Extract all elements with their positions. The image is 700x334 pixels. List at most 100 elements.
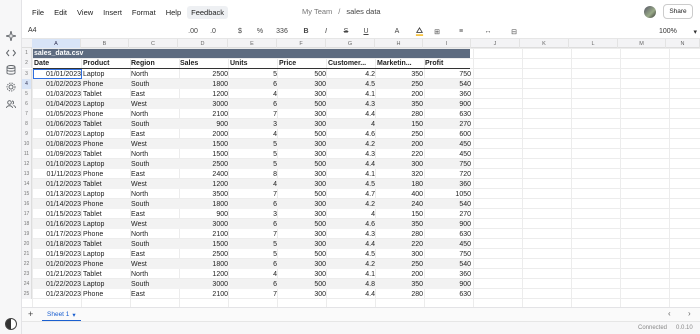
table-cell[interactable]: 4.3 (327, 149, 376, 159)
table-cell[interactable]: 1500 (179, 239, 229, 249)
table-cell[interactable]: 01/16/2023 (33, 219, 82, 229)
table-cell[interactable]: 180 (376, 179, 424, 189)
table-cell[interactable]: 1050 (424, 189, 472, 199)
table-cell[interactable]: 4.4 (327, 289, 376, 299)
table-cell[interactable]: 3 (229, 209, 278, 219)
table-cell[interactable]: 1200 (179, 269, 229, 279)
table-cell[interactable]: 630 (424, 109, 472, 119)
strikethrough-icon[interactable]: S (342, 26, 350, 37)
table-cell[interactable]: Tablet (82, 269, 130, 279)
row-header[interactable]: 18 (22, 219, 32, 229)
table-cell[interactable]: 500 (278, 279, 327, 289)
table-cell[interactable]: 1800 (179, 259, 229, 269)
column-header-a[interactable]: A (32, 39, 81, 48)
table-cell[interactable]: 1500 (179, 139, 229, 149)
table-cell[interactable]: Tablet (82, 179, 130, 189)
row-header[interactable]: 24 (22, 279, 32, 289)
table-cell[interactable]: 250 (376, 79, 424, 89)
table-cell[interactable]: 300 (278, 269, 327, 279)
table-cell[interactable]: 4.1 (327, 269, 376, 279)
table-cell[interactable]: South (130, 239, 179, 249)
decrease-decimal-icon[interactable]: .00 (188, 26, 198, 37)
table-cell[interactable]: North (130, 109, 179, 119)
row-header[interactable]: 15 (22, 189, 32, 199)
percent-icon[interactable]: % (256, 26, 264, 37)
table-cell[interactable]: 500 (278, 189, 327, 199)
table-cell[interactable]: 01/20/2023 (33, 259, 82, 269)
table-cell[interactable]: 200 (376, 89, 424, 99)
table-cell[interactable]: 400 (376, 189, 424, 199)
table-cell[interactable]: 900 (424, 279, 472, 289)
table-cell[interactable]: North (130, 189, 179, 199)
table-cell[interactable]: 750 (424, 159, 472, 169)
table-cell[interactable]: 270 (424, 209, 472, 219)
wrap-icon[interactable]: ↔ (482, 26, 494, 37)
table-cell[interactable]: 01/19/2023 (33, 249, 82, 259)
table-cell[interactable]: 4.3 (327, 229, 376, 239)
table-cell[interactable]: 01/21/2023 (33, 269, 82, 279)
database-icon[interactable] (5, 64, 17, 76)
code-icon[interactable] (5, 47, 17, 59)
table-cell[interactable]: 300 (278, 239, 327, 249)
table-cell[interactable]: 500 (278, 159, 327, 169)
table-cell[interactable]: 01/08/2023 (33, 139, 82, 149)
table-cell[interactable]: 750 (424, 69, 472, 79)
table-cell[interactable]: 4.3 (327, 99, 376, 109)
table-cell[interactable]: Phone (82, 79, 130, 89)
table-cell[interactable]: 01/15/2023 (33, 209, 82, 219)
table-cell[interactable]: 300 (278, 109, 327, 119)
table-cell[interactable]: Laptop (82, 189, 130, 199)
table-cell[interactable]: 4 (229, 179, 278, 189)
zoom-select[interactable]: 100% ▾ (656, 26, 700, 37)
table-cell[interactable]: 01/02/2023 (33, 79, 82, 89)
table-cell[interactable]: 7 (229, 289, 278, 299)
table-cell[interactable]: 630 (424, 289, 472, 299)
table-cell[interactable]: 4.2 (327, 69, 376, 79)
currency-icon[interactable]: $ (236, 26, 244, 37)
cell-reference[interactable]: A4 (28, 27, 37, 34)
column-header-h[interactable]: H (375, 39, 423, 48)
column-header-k[interactable]: K (520, 39, 569, 48)
table-cell[interactable]: Laptop (82, 219, 130, 229)
table-cell[interactable]: 4.2 (327, 259, 376, 269)
table-cell[interactable]: 2500 (179, 69, 229, 79)
table-cell[interactable]: 220 (376, 239, 424, 249)
row-header[interactable]: 4 (22, 79, 32, 89)
table-cell[interactable]: 900 (179, 209, 229, 219)
menu-feedback[interactable]: Feedback (187, 5, 229, 19)
table-cell[interactable]: 2400 (179, 169, 229, 179)
header-cell[interactable]: Profit (424, 58, 472, 69)
table-cell[interactable]: Laptop (82, 159, 130, 169)
table-cell[interactable]: 3000 (179, 99, 229, 109)
table-cell[interactable]: 1200 (179, 179, 229, 189)
table-cell[interactable]: Laptop (82, 129, 130, 139)
table-cell[interactable]: 6 (229, 79, 278, 89)
theme-toggle-icon[interactable] (5, 318, 17, 330)
table-cell[interactable]: 500 (278, 129, 327, 139)
row-header[interactable]: 19 (22, 229, 32, 239)
table-cell[interactable]: 360 (424, 269, 472, 279)
table-cell[interactable]: 1200 (179, 89, 229, 99)
next-sheet-icon[interactable]: › (688, 309, 691, 318)
row-header[interactable]: 5 (22, 89, 32, 99)
table-cell[interactable]: East (130, 209, 179, 219)
table-cell[interactable]: 300 (278, 139, 327, 149)
table-cell[interactable]: 540 (424, 259, 472, 269)
row-header[interactable]: 1 (22, 48, 32, 58)
table-cell[interactable]: 350 (376, 279, 424, 289)
header-cell[interactable]: Region (130, 58, 179, 69)
table-cell[interactable]: 4.6 (327, 129, 376, 139)
table-cell[interactable]: 5 (229, 239, 278, 249)
spreadsheet-name[interactable]: sales data (346, 7, 380, 16)
table-cell[interactable]: 01/13/2023 (33, 189, 82, 199)
table-cell[interactable]: 900 (424, 99, 472, 109)
sheet-title-cell[interactable]: sales_data.csv (33, 49, 470, 58)
table-cell[interactable]: Phone (82, 169, 130, 179)
table-cell[interactable]: 4.1 (327, 89, 376, 99)
column-header-e[interactable]: E (228, 39, 277, 48)
table-cell[interactable]: 4.5 (327, 179, 376, 189)
table-cell[interactable]: 300 (278, 229, 327, 239)
text-color-icon[interactable]: A (392, 26, 402, 37)
table-cell[interactable]: West (130, 179, 179, 189)
table-cell[interactable]: 250 (376, 129, 424, 139)
